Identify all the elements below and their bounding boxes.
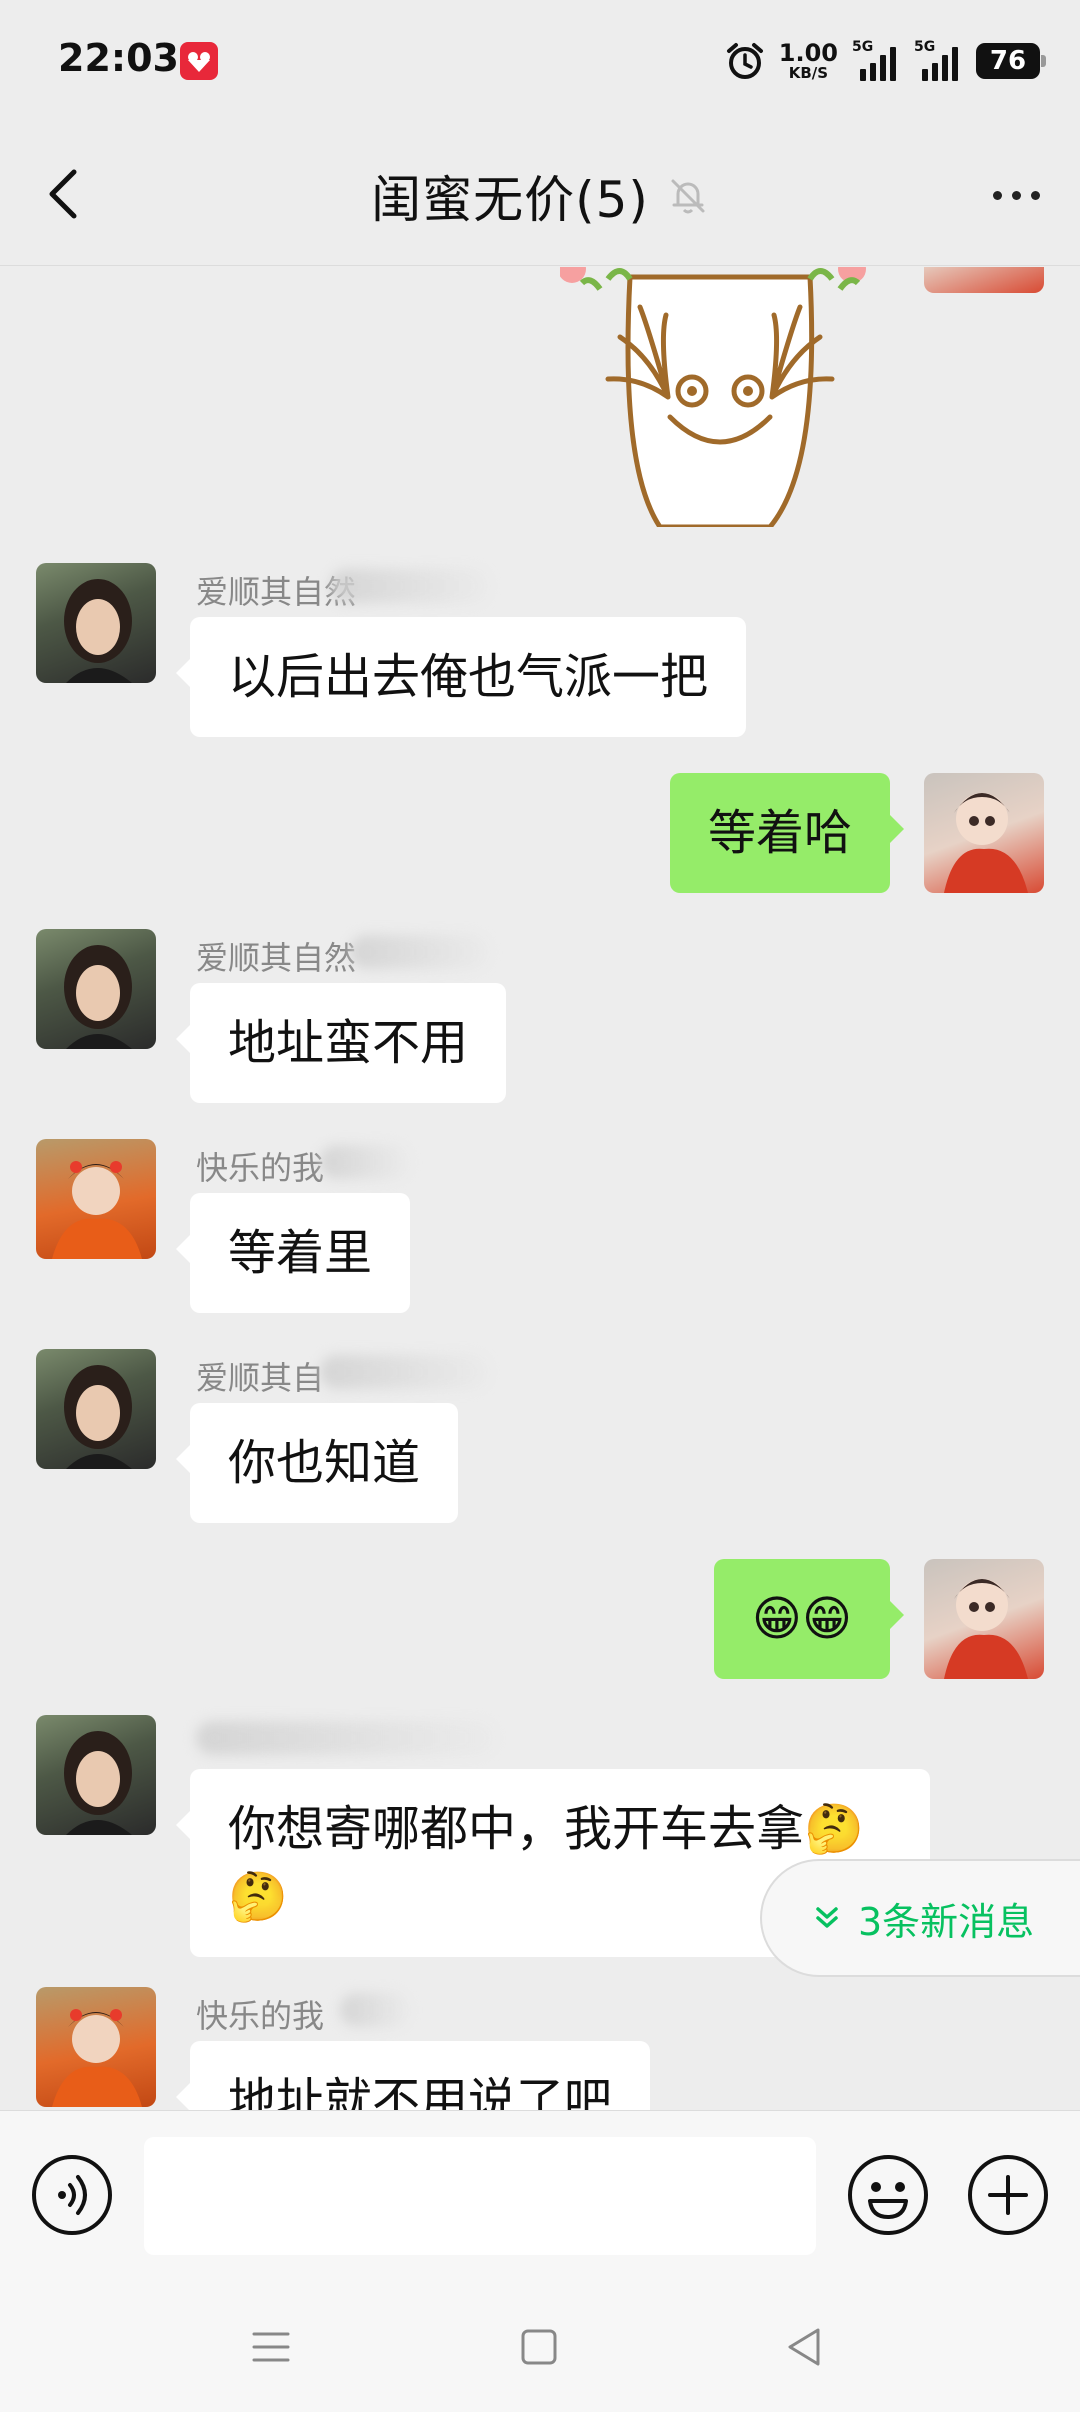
new-messages-button[interactable]: 3条新消息	[760, 1859, 1080, 1977]
sender-name: 爱顺其自然	[196, 939, 357, 977]
recent-apps-button[interactable]	[246, 2322, 296, 2372]
network-speed-unit: KB/S	[788, 64, 829, 82]
my-avatar[interactable]	[924, 773, 1044, 893]
sender-name: 爱顺其自	[196, 1359, 325, 1397]
blurred-name	[320, 1355, 490, 1389]
status-bar: 22:03 1.00 KB/S 5G 5G 76	[0, 0, 1080, 120]
sender-name: 快乐的我	[196, 1997, 325, 2035]
more-functions-button[interactable]	[966, 2153, 1050, 2237]
message-line-1: 你想寄哪都中，我开车去拿🤔	[228, 1801, 864, 1857]
status-icons: 1.00 KB/S 5G 5G 76	[725, 36, 1046, 86]
network-speed-value: 1.00	[778, 39, 838, 67]
network-speed: 1.00 KB/S	[779, 41, 838, 81]
group-name: 闺蜜无价(5)	[371, 171, 649, 229]
back-triangle-icon	[788, 2328, 820, 2366]
my-avatar[interactable]	[924, 1559, 1044, 1679]
blurred-name	[350, 935, 490, 969]
plus-icon	[968, 2155, 1048, 2235]
emoji-button[interactable]	[846, 2153, 930, 2237]
message-bubble[interactable]: 你也知道	[175, 1403, 459, 1523]
message-bubble[interactable]: 地址蛮不用	[175, 983, 507, 1103]
sender-avatar[interactable]	[36, 1139, 156, 1259]
blurred-name	[340, 1993, 410, 2027]
signal-strength-2: 5G	[914, 39, 962, 81]
back-nav-button[interactable]	[780, 2322, 830, 2372]
message-input[interactable]	[144, 2137, 816, 2255]
voice-input-button[interactable]	[30, 2153, 114, 2237]
sender-avatar[interactable]	[36, 563, 156, 683]
battery-indicator: 76	[976, 43, 1046, 79]
my-message-bubble[interactable]: 等着哈	[669, 773, 905, 893]
message-bubble[interactable]: 地址就不用说了吧	[175, 2041, 651, 2110]
my-message-bubble[interactable]: 😁😁	[713, 1559, 905, 1679]
home-icon	[521, 2329, 557, 2365]
message-list[interactable]: 爱顺其自然 以后出去俺也气派一把 等着哈 爱顺其自然 地址蛮不用 快乐的我 等着…	[0, 267, 1080, 2110]
input-bar	[0, 2110, 1080, 2280]
blurred-name	[196, 1721, 496, 1755]
system-navigation-bar	[0, 2280, 1080, 2412]
signal-label-2: 5G	[914, 39, 936, 55]
sticker-message[interactable]	[558, 267, 880, 530]
blurred-name	[320, 1145, 410, 1179]
sender-name: 快乐的我	[196, 1149, 325, 1187]
double-chevron-down-icon	[816, 1907, 838, 1928]
sender-avatar[interactable]	[36, 1987, 156, 2107]
more-dots-icon	[992, 190, 1002, 200]
chat-header: 闺蜜无价(5)	[0, 120, 1080, 266]
signal-strength-1: 5G	[852, 39, 900, 81]
sender-avatar[interactable]	[36, 1715, 156, 1835]
voice-icon	[32, 2155, 112, 2235]
sticker-image	[558, 267, 866, 530]
emoji-icon	[848, 2155, 928, 2235]
more-options-button[interactable]	[986, 180, 1046, 210]
sender-avatar[interactable]	[36, 929, 156, 1049]
new-messages-label: 3条新消息	[858, 1899, 1035, 1944]
message-bubble[interactable]: 等着里	[175, 1193, 411, 1313]
my-avatar[interactable]	[924, 267, 1044, 293]
sender-avatar[interactable]	[36, 1349, 156, 1469]
home-button[interactable]	[514, 2322, 564, 2372]
shopping-app-notification-icon	[180, 42, 218, 80]
mute-bell-icon	[671, 179, 705, 214]
menu-icon	[252, 2332, 290, 2362]
blurred-name	[330, 569, 490, 603]
status-time: 22:03	[58, 36, 179, 80]
alarm-icon	[726, 43, 763, 79]
chat-title: 闺蜜无价(5)	[0, 160, 1080, 232]
message-bubble[interactable]: 以后出去俺也气派一把	[175, 617, 747, 737]
signal-label-1: 5G	[852, 39, 874, 55]
